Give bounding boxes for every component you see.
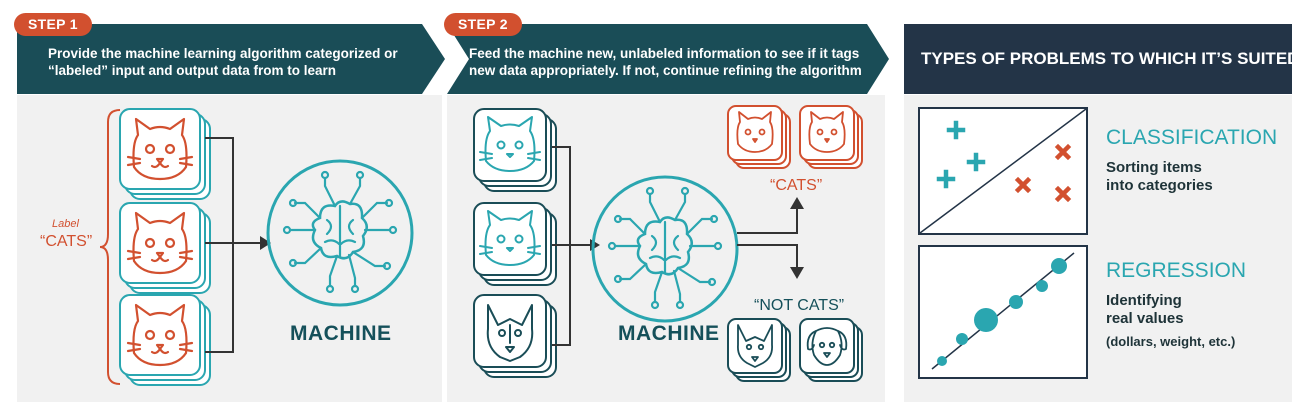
regression-plot (918, 245, 1088, 379)
step1-text-line1: Provide the machine learning algorithm c… (48, 46, 398, 61)
step1-instructions: Provide the machine learning algorithm c… (48, 45, 428, 79)
classification-desc-line2: into categories (1106, 177, 1213, 194)
input-card-1 (119, 108, 211, 200)
step2-text-line2: new data appropriately. If not, continue… (469, 63, 862, 78)
regression-title: REGRESSION (1106, 259, 1247, 282)
step2-machine-label: MACHINE (618, 322, 720, 345)
step2-card-3 (473, 294, 557, 378)
label-cats: “CATS” (40, 233, 93, 250)
step2-card-1 (473, 108, 557, 192)
output-arrows (737, 197, 804, 279)
step1-pill: STEP 1 (14, 13, 92, 36)
step2-instructions: Feed the machine new, unlabeled informat… (469, 45, 889, 79)
regression-desc: Identifying real values (1106, 292, 1184, 328)
brain-circuit-icon (266, 159, 414, 307)
types-title: TYPES OF PROBLEMS TO WHICH IT’S SUITED (921, 49, 1300, 68)
not-cats-output-cards (727, 318, 863, 382)
classification-title: CLASSIFICATION (1106, 126, 1278, 149)
cats-output-label: “CATS” (770, 177, 823, 194)
step2-card-2 (473, 202, 557, 286)
regression-desc-line1: Identifying (1106, 292, 1182, 309)
step2-text-line1: Feed the machine new, unlabeled informat… (469, 46, 860, 61)
regression-desc-line2: real values (1106, 310, 1184, 327)
step1-machine-label: MACHINE (290, 322, 392, 345)
input-card-2 (119, 202, 211, 294)
classification-desc-line1: Sorting items (1106, 159, 1202, 176)
classification-plot (918, 107, 1088, 235)
classification-desc: Sorting items into categories (1106, 159, 1213, 195)
step1-text-line2: “labeled” input and output data from to … (48, 63, 337, 78)
not-cats-output-label: “NOT CATS” (754, 297, 845, 314)
cats-output-cards (727, 105, 863, 169)
step2-brain-circuit-icon (591, 175, 739, 323)
input-card-3 (119, 294, 211, 386)
label-word: Label (52, 218, 79, 230)
regression-desc-line3: (dollars, weight, etc.) (1106, 334, 1236, 349)
step2-pill: STEP 2 (444, 13, 522, 36)
